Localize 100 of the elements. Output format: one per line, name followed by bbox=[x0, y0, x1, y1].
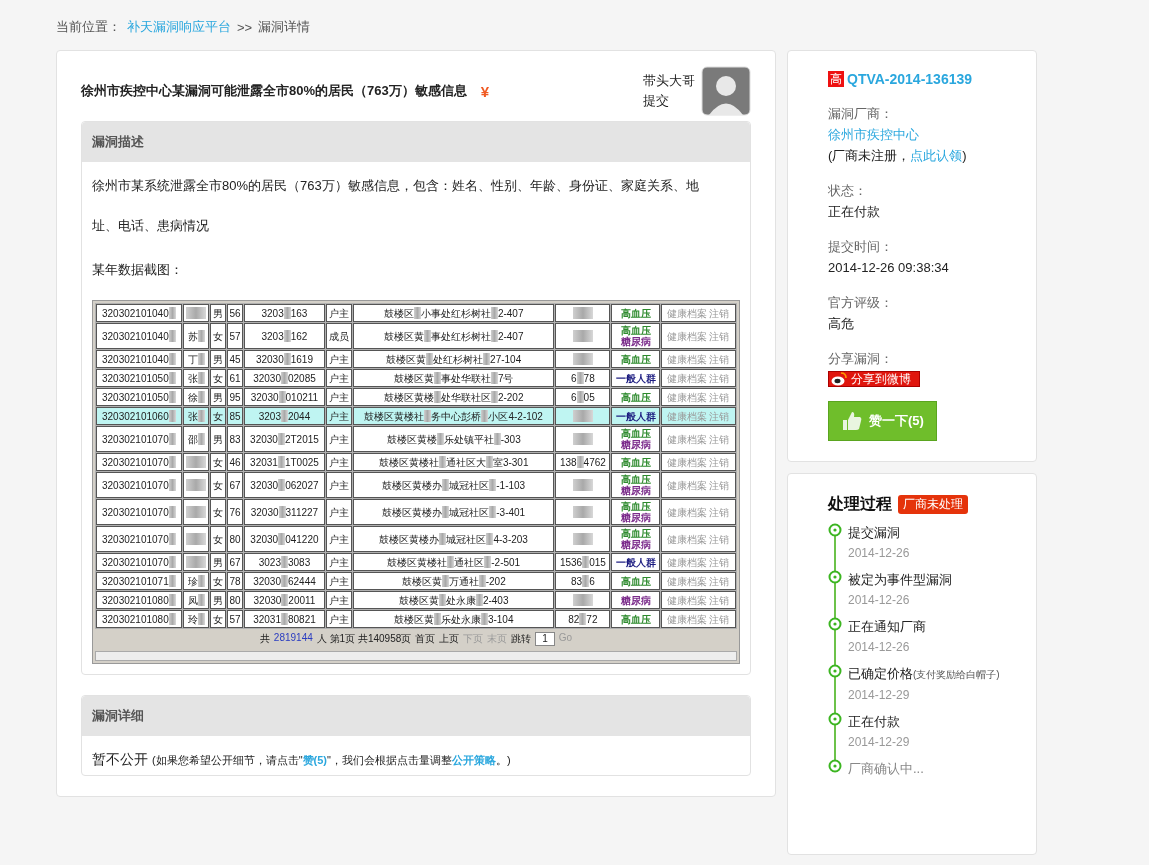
table-text: 乐处镇平社 bbox=[443, 433, 494, 445]
table-action-link[interactable]: 注销 bbox=[709, 433, 730, 445]
page-input[interactable]: 1 bbox=[535, 632, 555, 646]
redaction-blur bbox=[413, 307, 421, 320]
table-text: 78 bbox=[583, 372, 595, 384]
table-action-link[interactable]: 健康档案 bbox=[667, 410, 708, 422]
field-label: 漏洞厂商： bbox=[828, 105, 894, 123]
table-action-link[interactable]: 健康档案 bbox=[667, 613, 708, 625]
redaction-blur bbox=[168, 307, 176, 320]
table-action-link[interactable]: 健康档案 bbox=[667, 594, 708, 606]
submitter-name[interactable]: 带头大哥 bbox=[643, 71, 695, 91]
table-action-link[interactable]: 注销 bbox=[709, 330, 730, 342]
table-text: 小区4-2-102 bbox=[488, 410, 543, 422]
table-action-link[interactable]: 健康档案 bbox=[667, 533, 708, 545]
table-text: 32030 bbox=[250, 506, 279, 518]
table-text: 户主 bbox=[328, 456, 349, 468]
table-action-link[interactable]: 健康档案 bbox=[667, 307, 708, 319]
redaction-blur bbox=[424, 410, 432, 423]
share-weibo-button[interactable]: 分享到微博 bbox=[828, 371, 920, 387]
table-action-link[interactable]: 注销 bbox=[709, 556, 730, 568]
table-text: 户主 bbox=[328, 479, 349, 491]
field-label: 提交时间： bbox=[828, 238, 894, 256]
table-action-link[interactable]: 注销 bbox=[709, 456, 730, 468]
table-action-link[interactable]: 注销 bbox=[709, 613, 730, 625]
table-action-link[interactable]: 健康档案 bbox=[667, 556, 708, 568]
table-action-link[interactable]: 健康档案 bbox=[667, 456, 708, 468]
table-action-link[interactable]: 注销 bbox=[709, 594, 730, 606]
redaction-blur bbox=[572, 506, 593, 519]
condition-tag: 糖尿病 bbox=[613, 336, 658, 347]
table-action-link[interactable]: 健康档案 bbox=[667, 353, 708, 365]
redaction-blur bbox=[478, 575, 486, 588]
pager-text: 跳转 bbox=[511, 632, 532, 646]
redaction-blur bbox=[484, 556, 492, 569]
redaction-blur bbox=[280, 372, 288, 385]
table-text: 小事处红杉树社 bbox=[420, 307, 491, 319]
table-text: 3023 bbox=[258, 556, 281, 568]
text-link[interactable]: 赞(5) bbox=[302, 754, 328, 766]
text-link[interactable]: 公开策略 bbox=[451, 754, 496, 766]
table-action-link[interactable]: 健康档案 bbox=[667, 506, 708, 518]
condition-tag: 高血压 bbox=[613, 528, 658, 539]
table-text: 丁 bbox=[187, 353, 198, 365]
redaction-blur bbox=[582, 556, 590, 569]
like-button[interactable]: 赞一下(5) bbox=[828, 401, 937, 441]
redaction-blur bbox=[480, 613, 488, 626]
table-action-link[interactable]: 注销 bbox=[709, 372, 730, 384]
table-action-link[interactable]: 注销 bbox=[709, 391, 730, 403]
table-action-link[interactable]: 健康档案 bbox=[667, 330, 708, 342]
table-text: 女 bbox=[212, 330, 223, 342]
redaction-blur bbox=[433, 372, 441, 385]
table-action-link[interactable]: 健康档案 bbox=[667, 479, 708, 491]
table-text: 1T0025 bbox=[284, 456, 319, 468]
redaction-blur bbox=[283, 330, 291, 343]
redaction-blur bbox=[168, 456, 176, 469]
table-action-link[interactable]: 注销 bbox=[709, 479, 730, 491]
table-action-link[interactable]: 健康档案 bbox=[667, 433, 708, 445]
table-text: 67 bbox=[229, 556, 241, 568]
redaction-blur bbox=[197, 433, 205, 446]
redaction-blur bbox=[442, 506, 450, 519]
table-action-link[interactable]: 健康档案 bbox=[667, 575, 708, 587]
table-action-link[interactable]: 注销 bbox=[709, 353, 730, 365]
table-action-link[interactable]: 注销 bbox=[709, 307, 730, 319]
redaction-blur bbox=[436, 433, 444, 446]
severity-badge: 高 bbox=[828, 71, 844, 87]
table-action-link[interactable]: 健康档案 bbox=[667, 391, 708, 403]
table-action-link[interactable]: 注销 bbox=[709, 533, 730, 545]
step-date: 2014-12-26 bbox=[848, 545, 911, 562]
table-text: 320302101080 bbox=[102, 613, 169, 625]
redaction-blur bbox=[433, 613, 441, 626]
breadcrumb-link[interactable]: 补天漏洞响应平台 bbox=[127, 18, 231, 36]
table-text: 1619 bbox=[290, 353, 313, 365]
redaction-blur bbox=[280, 556, 288, 569]
table-action-link[interactable]: 注销 bbox=[709, 575, 730, 587]
pager-link[interactable]: 上页 bbox=[439, 632, 460, 646]
table-text: 张 bbox=[187, 372, 198, 384]
table-text: 3-104 bbox=[487, 613, 514, 625]
redaction-blur bbox=[490, 391, 498, 404]
table-text: 通社区大 bbox=[445, 456, 486, 468]
condition-tag: 糖尿病 bbox=[613, 439, 658, 450]
redaction-blur bbox=[197, 410, 205, 423]
table-text: 处红杉树社 bbox=[433, 353, 484, 365]
description-text: 某年数据截图： bbox=[92, 261, 184, 279]
pager-link[interactable]: 首页 bbox=[415, 632, 436, 646]
table-action-link[interactable]: 注销 bbox=[709, 506, 730, 518]
table-text: 鼓楼区黄楼办 bbox=[382, 506, 443, 518]
table-text: 鼓楼区黄楼 bbox=[386, 433, 437, 445]
redaction-blur bbox=[278, 533, 286, 546]
table-text: 7号 bbox=[497, 372, 514, 384]
vendor-link[interactable]: 徐州市疾控中心 bbox=[828, 124, 1036, 145]
redaction-blur bbox=[490, 307, 498, 320]
table-text: 鼓楼区黄楼社 bbox=[378, 456, 439, 468]
redaction-blur bbox=[168, 575, 176, 588]
text-link[interactable]: 点此认领 bbox=[910, 148, 963, 163]
redaction-blur bbox=[278, 506, 286, 519]
table-action-link[interactable]: 健康档案 bbox=[667, 372, 708, 384]
pager-link[interactable]: Go bbox=[558, 632, 573, 646]
redaction-blur bbox=[186, 456, 206, 469]
redaction-blur bbox=[168, 410, 176, 423]
table-text: 32031 bbox=[250, 456, 278, 468]
field-value: 2014-12-26 09:38:34 bbox=[828, 259, 950, 277]
table-action-link[interactable]: 注销 bbox=[709, 410, 730, 422]
